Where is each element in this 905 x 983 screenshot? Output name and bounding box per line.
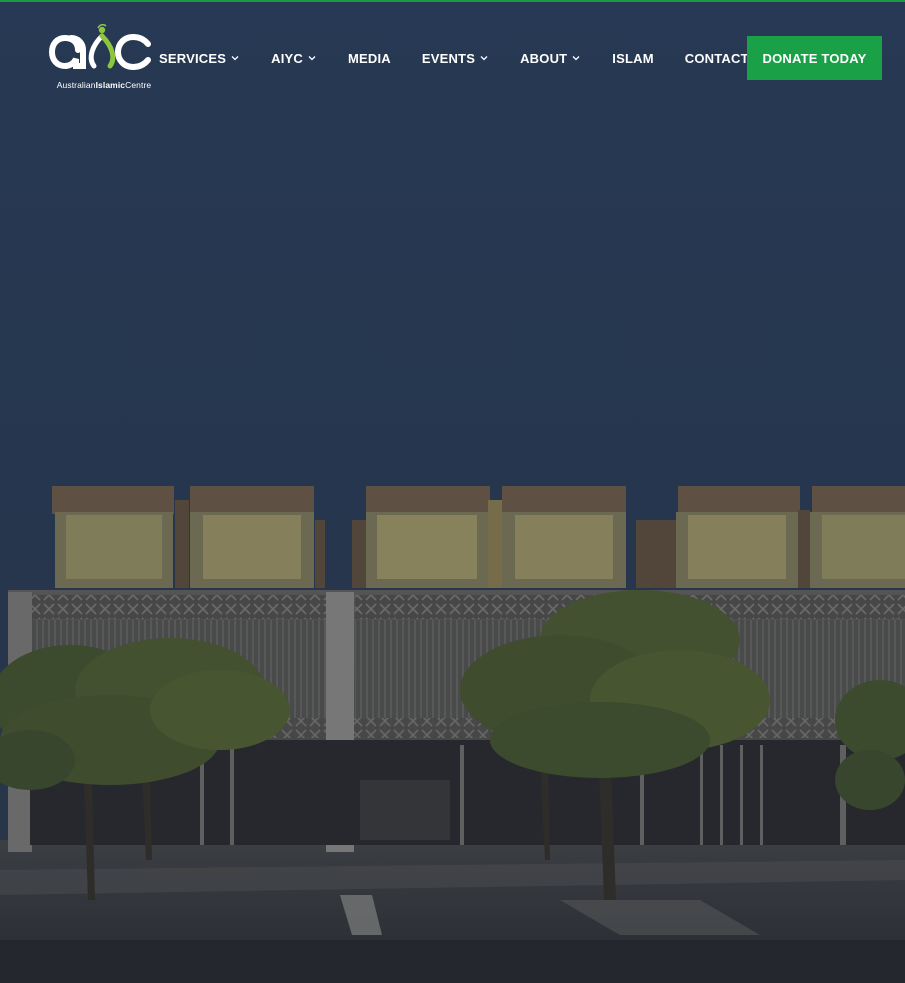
nav-item-islam[interactable]: ISLAM <box>612 51 653 66</box>
nav-item-label: AIYC <box>271 50 303 66</box>
nav-item-label: MEDIA <box>347 50 391 66</box>
nav-item-events[interactable]: EVENTS <box>422 51 489 66</box>
hero-overlay <box>0 0 905 983</box>
nav-item-about[interactable]: ABOUT <box>520 51 581 66</box>
nav-item-label: SERVICES <box>159 50 227 66</box>
logo-caption-centre: Centre <box>125 80 152 90</box>
nav-item-contact[interactable]: CONTACT <box>685 51 749 66</box>
site-header: AustralianIslamicCentre SERVICES AIYC ME… <box>0 0 905 110</box>
nav-item-label: CONTACT <box>684 50 749 66</box>
chevron-down-icon <box>308 56 316 61</box>
site-logo[interactable]: AustralianIslamicCentre <box>48 22 160 94</box>
logo-caption: AustralianIslamicCentre <box>48 80 160 90</box>
nav-item-services[interactable]: SERVICES <box>159 51 240 66</box>
nav-item-label: ISLAM <box>612 50 654 66</box>
chevron-down-icon <box>480 56 488 61</box>
hero-background <box>0 0 905 983</box>
main-nav: SERVICES AIYC MEDIA EVENTS ABOUT ISLAM C… <box>158 36 749 80</box>
logo-caption-australian: Australian <box>56 80 96 90</box>
chevron-down-icon <box>572 56 580 61</box>
donate-today-button[interactable]: DONATE TODAY <box>747 36 882 80</box>
nav-item-aiyc[interactable]: AIYC <box>271 51 317 66</box>
top-accent-bar <box>0 0 905 2</box>
nav-item-media[interactable]: MEDIA <box>348 51 391 66</box>
logo-caption-islamic: Islamic <box>95 80 126 90</box>
nav-item-label: ABOUT <box>520 50 568 66</box>
aic-logo-mark <box>48 23 151 71</box>
chevron-down-icon <box>231 56 239 61</box>
nav-item-label: EVENTS <box>421 50 476 66</box>
